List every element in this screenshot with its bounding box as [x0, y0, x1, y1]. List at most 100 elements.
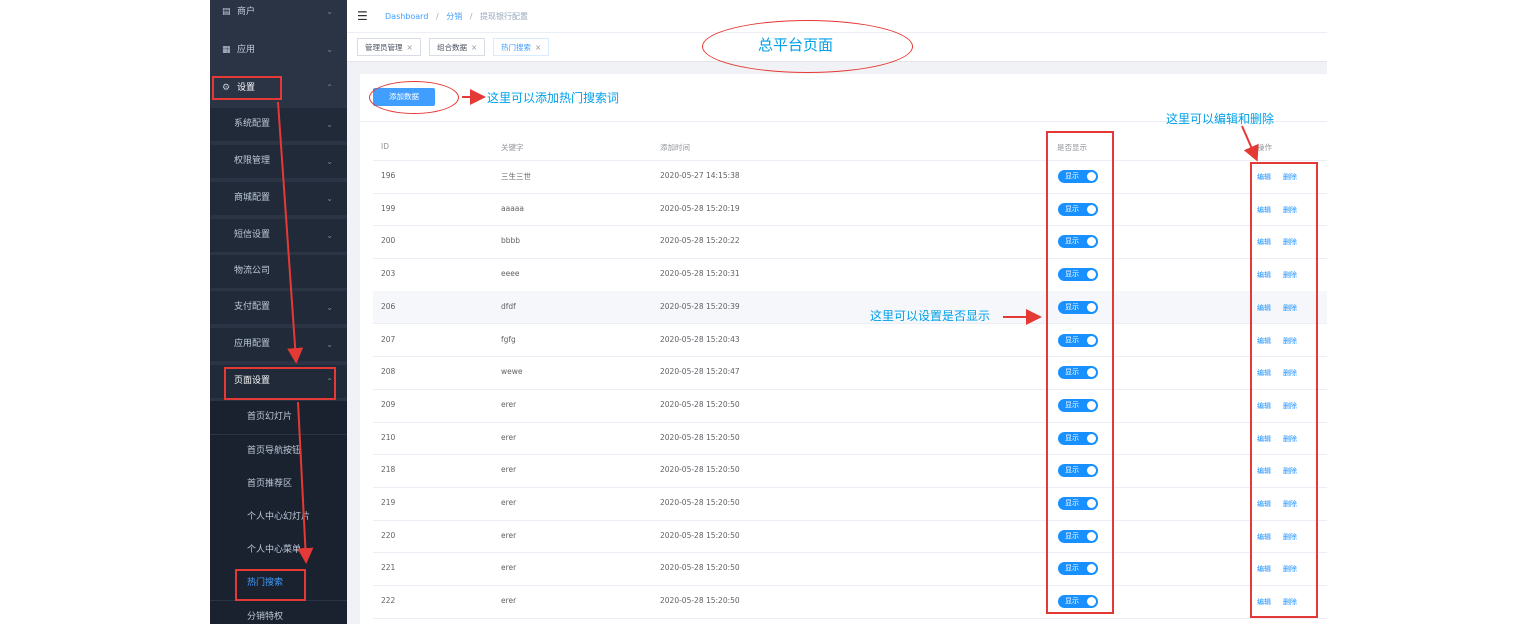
tag-admin-manage[interactable]: 管理员管理 × — [357, 38, 421, 56]
cell-time: 2020-05-28 15:20:47 — [660, 367, 740, 377]
shop-icon: ▤ — [222, 7, 231, 17]
sidebar-item-app-config[interactable]: 应用配置 ⌄ — [210, 328, 347, 361]
sidebar-item-home-recommend[interactable]: 首页推荐区 — [210, 468, 347, 501]
cell-id: 210 — [381, 432, 396, 442]
cell-id: 219 — [381, 498, 396, 507]
cell-id: 220 — [381, 530, 396, 540]
sidebar-item-profile-menu[interactable]: 个人中心菜单 — [210, 534, 347, 567]
table-row: 203 eeee 2020-05-28 15:20:31 显示 编辑 删除 — [373, 258, 1327, 292]
cell-id: 222 — [381, 596, 396, 606]
chevron-down-icon: ⌄ — [326, 340, 333, 349]
page-settings-highlight-box — [224, 367, 336, 400]
cell-id: 218 — [381, 465, 396, 475]
sidebar-item-apps[interactable]: ▦ 应用 ⌄ — [210, 35, 347, 65]
sidebar-item-label: 分销特权 — [247, 612, 284, 622]
sidebar-item-label: 系统配置 — [234, 119, 271, 129]
cell-time: 2020-05-28 15:20:50 — [660, 596, 740, 606]
table-header-row: ID 关键字 添加时间 是否显示 操作 — [373, 132, 1327, 161]
cell-id: 199 — [381, 203, 396, 213]
tag-hot-search[interactable]: 热门搜索 × — [493, 38, 550, 56]
sidebar-item-mall-config[interactable]: 商城配置 ⌄ — [210, 182, 347, 215]
tag-label: 热门搜索 — [501, 43, 531, 52]
sidebar-item-label: 首页推荐区 — [247, 479, 293, 489]
sidebar-item-profile-slides[interactable]: 个人中心幻灯片 — [210, 501, 347, 534]
sidebar-item-permissions[interactable]: 权限管理 ⌄ — [210, 145, 347, 178]
close-icon[interactable]: × — [535, 43, 541, 52]
actions-column-highlight-box — [1250, 162, 1318, 618]
cell-keyword: aaaaa — [501, 203, 524, 213]
title-annotation: 总平台页面 — [758, 36, 834, 54]
chevron-down-icon: ⌄ — [326, 7, 333, 16]
edit-annotation-text: 这里可以编辑和删除 — [1166, 112, 1275, 126]
sidebar-item-label: 支付配置 — [234, 302, 271, 312]
sidebar-item-payment[interactable]: 支付配置 ⌄ — [210, 291, 347, 324]
breadcrumb-item[interactable]: 分销 — [446, 12, 462, 21]
header-id: ID — [381, 142, 389, 151]
cell-time: 2020-05-28 15:20:50 — [660, 432, 740, 442]
sidebar-item-logistics[interactable]: 物流公司 — [210, 255, 347, 288]
cell-id: 208 — [381, 367, 396, 377]
header-add-time: 添加时间 — [660, 143, 690, 152]
sidebar-item-shop[interactable]: ▤ 商户 ⌄ — [210, 0, 347, 27]
table-row: 200 bbbb 2020-05-28 15:20:22 显示 编辑 删除 — [373, 225, 1327, 260]
cell-keyword: erer — [501, 399, 517, 409]
table-row: 199 aaaaa 2020-05-28 15:20:19 显示 编辑 删除 — [373, 193, 1327, 227]
chevron-down-icon: ⌄ — [326, 303, 333, 312]
cell-keyword: dfdf — [501, 301, 516, 311]
cell-keyword: 三生三世 — [501, 172, 531, 181]
sidebar-item-home-nav[interactable]: 首页导航按钮 — [210, 435, 347, 468]
table-row: 196 三生三世 2020-05-27 14:15:38 显示 编辑 删除 — [373, 160, 1327, 194]
cell-time: 2020-05-28 15:20:50 — [660, 498, 740, 507]
sidebar-item-label: 商城配置 — [234, 193, 271, 203]
cell-time: 2020-05-28 15:20:22 — [660, 236, 740, 246]
add-annotation-text: 这里可以添加热门搜索词 — [487, 91, 620, 105]
chevron-down-icon: ⌄ — [326, 45, 333, 54]
cell-keyword: erer — [501, 465, 517, 475]
cell-time: 2020-05-28 15:20:50 — [660, 563, 740, 573]
table-row: 220 erer 2020-05-28 15:20:50 显示 编辑 删除 — [373, 520, 1327, 554]
chevron-down-icon: ⌄ — [326, 120, 333, 129]
cell-keyword: erer — [501, 596, 517, 606]
cell-id: 221 — [381, 563, 396, 573]
cell-id: 209 — [381, 399, 396, 409]
breadcrumb-item: 提现银行配置 — [480, 12, 528, 21]
sidebar-item-label: 商户 — [237, 7, 256, 17]
sidebar-item-sms[interactable]: 短信设置 ⌄ — [210, 219, 347, 252]
cell-time: 2020-05-28 15:20:50 — [660, 530, 740, 540]
close-icon[interactable]: × — [407, 43, 413, 52]
cell-time: 2020-05-28 15:20:19 — [660, 203, 740, 213]
close-icon[interactable]: × — [471, 43, 477, 52]
table-row: 221 erer 2020-05-28 15:20:50 显示 编辑 删除 — [373, 552, 1327, 587]
cell-keyword: erer — [501, 432, 517, 442]
cell-keyword: bbbb — [501, 236, 521, 246]
grid-icon: ▦ — [222, 45, 231, 55]
hamburger-icon[interactable]: ☰ — [357, 9, 368, 23]
show-annotation-text: 这里可以设置是否显示 — [870, 309, 991, 323]
sidebar-item-label: 个人中心幻灯片 — [247, 512, 311, 522]
chevron-up-icon: ⌃ — [326, 83, 333, 92]
hot-search-highlight-box — [235, 569, 306, 601]
cell-keyword: erer — [501, 498, 517, 507]
chevron-down-icon: ⌄ — [326, 157, 333, 166]
sidebar-item-label: 首页导航按钮 — [247, 446, 302, 456]
cell-keyword: fgfg — [501, 334, 516, 344]
breadcrumb-separator: / — [435, 12, 439, 21]
table-row: 207 fgfg 2020-05-28 15:20:43 显示 编辑 删除 — [373, 324, 1327, 358]
cell-id: 203 — [381, 269, 396, 279]
sidebar-item-system-config[interactable]: 系统配置 ⌄ — [210, 108, 347, 141]
breadcrumb-item[interactable]: Dashboard — [385, 12, 428, 21]
tag-label: 管理员管理 — [365, 43, 403, 52]
table-row: 219 erer 2020-05-28 15:20:50 显示 编辑 删除 — [373, 487, 1327, 521]
show-column-highlight-box — [1046, 131, 1114, 614]
sidebar-item-home-slides[interactable]: 首页幻灯片 — [210, 401, 347, 434]
cell-id: 196 — [381, 171, 396, 180]
table-row: 206 dfdf 2020-05-28 15:20:39 显示 编辑 删除 — [373, 290, 1327, 325]
cell-time: 2020-05-28 15:20:31 — [660, 269, 740, 279]
tag-combined-data[interactable]: 组合数据 × — [429, 38, 486, 56]
table-row: 210 erer 2020-05-28 15:20:50 显示 编辑 删除 — [373, 422, 1327, 456]
table-row: 209 erer 2020-05-28 15:20:50 显示 编辑 删除 — [373, 389, 1327, 423]
chevron-down-icon: ⌄ — [326, 231, 333, 240]
sidebar-item-label: 应用配置 — [234, 339, 271, 349]
sidebar-item-distribution[interactable]: 分销特权 — [210, 601, 347, 624]
sidebar-item-label: 应用 — [237, 45, 256, 55]
